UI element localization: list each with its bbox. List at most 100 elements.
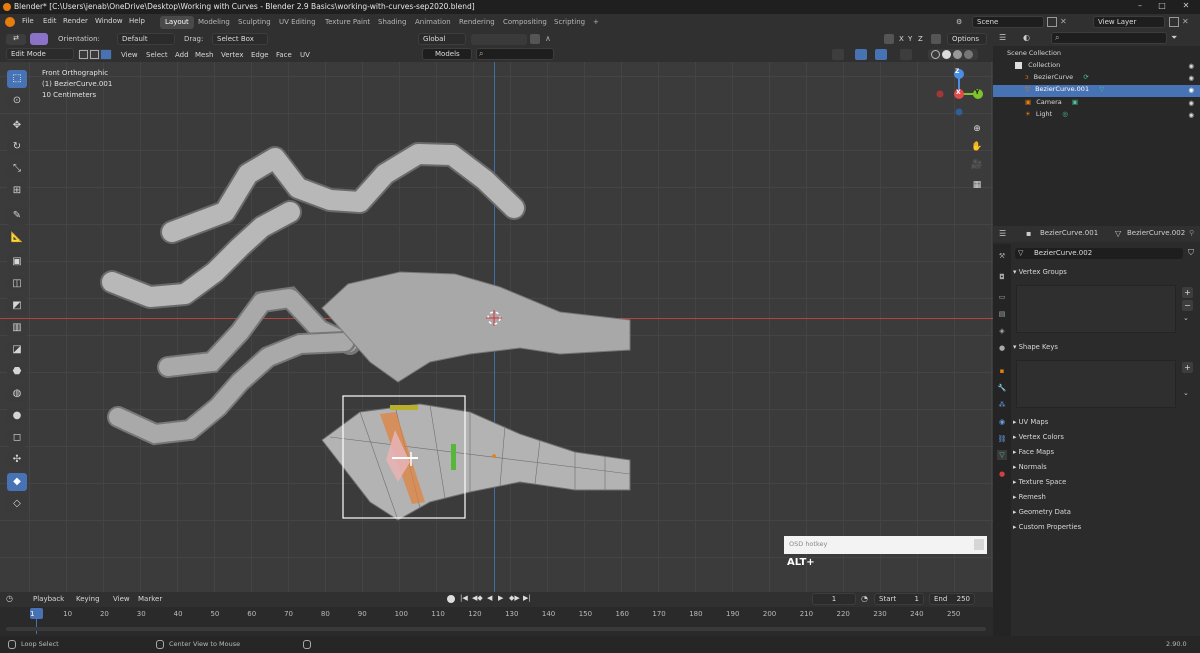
menu-playback[interactable]: Playback [33,595,64,603]
shrink-tool-icon[interactable]: ◻ [7,429,27,447]
editor-type-icon[interactable]: ⇄ [6,34,26,45]
menu-help[interactable]: Help [129,17,145,25]
falloff-icon[interactable]: ∧ [545,34,551,43]
tool-tab-icon[interactable]: ⚒ [997,251,1007,261]
bevel-tool-icon[interactable]: ◩ [7,297,27,315]
menu-view[interactable]: View [121,51,138,59]
proportional-edit-icon[interactable] [530,34,540,44]
move-tool-icon[interactable]: ✥ [7,117,27,135]
mirror-topology-icon[interactable] [931,34,941,44]
mesh-data-tab-icon[interactable]: ▽ [997,450,1007,460]
properties-data-name[interactable]: BezierCurve.002 [1127,229,1185,237]
view-layer-tab-icon[interactable]: ▤ [997,309,1007,319]
scale-tool-icon[interactable]: ⤡ [7,160,27,178]
edge-select-icon[interactable] [90,50,99,59]
particles-tab-icon[interactable]: ⁂ [997,400,1007,410]
output-tab-icon[interactable]: ▭ [997,292,1007,302]
fake-user-icon[interactable]: ⛉ [1188,248,1194,258]
osd-close-icon[interactable] [974,539,984,550]
minimize-button[interactable]: – [1130,1,1150,13]
object-mode-icon[interactable] [30,33,48,45]
tab-sculpting[interactable]: Sculpting [233,16,276,29]
delete-view-layer-icon[interactable]: ✕ [1182,17,1189,26]
face-select-icon[interactable] [101,50,111,59]
start-frame-field[interactable]: Start 1 [874,593,924,605]
physics-tab-icon[interactable]: ◉ [997,417,1007,427]
add-workspace-button[interactable]: + [588,16,604,29]
object-tab-icon[interactable]: ▪ [997,366,1007,376]
datablock-name[interactable]: BezierCurve.002 [1034,249,1092,257]
mode-dropdown[interactable]: Edit Mode [6,48,74,60]
rendered-shading-icon[interactable] [964,50,973,59]
outliner-row-camera[interactable]: ▣ Camera ▣ ◉ [993,98,1200,110]
options-dropdown[interactable]: Options [947,33,987,45]
shape-keys-list[interactable] [1016,360,1176,408]
tab-uv-editing[interactable]: UV Editing [274,16,321,29]
outliner-row-light[interactable]: ☀ Light ◎ ◉ [993,110,1200,122]
panel-vertex-groups[interactable]: ▾ Vertex Groups [1013,268,1197,276]
xray-toggle-icon[interactable] [900,49,912,60]
material-tab-icon[interactable]: ● [997,469,1007,479]
panel-face-maps[interactable]: ▸ Face Maps [1013,448,1197,456]
tab-rendering[interactable]: Rendering [454,16,500,29]
wireframe-shading-icon[interactable] [931,50,940,59]
panel-custom-properties[interactable]: ▸ Custom Properties [1013,523,1197,531]
drag-dropdown[interactable]: Select Box [212,33,268,45]
tab-animation[interactable]: Animation [410,16,456,29]
jump-end-icon[interactable]: ▶| [523,594,531,602]
view-layer-field[interactable]: View Layer [1093,16,1165,28]
tab-modeling[interactable]: Modeling [193,16,235,29]
add-shape-key-button[interactable]: + [1182,362,1193,373]
axis-x-toggle[interactable]: X [899,35,904,43]
cursor-tool-icon[interactable]: ⊙ [7,92,27,110]
material-shading-icon[interactable] [953,50,962,59]
annotate-tool-icon[interactable]: ✎ [7,207,27,225]
rotate-tool-icon[interactable]: ↻ [7,138,27,156]
menu-edit[interactable]: Edit [43,17,57,25]
blender-menu-icon[interactable] [5,17,15,27]
vertex-groups-list[interactable] [1016,285,1176,333]
outliner-row-beziercurve[interactable]: ↄ BezierCurve ⟳ ◉ [993,73,1200,85]
panel-texture-space[interactable]: ▸ Texture Space [1013,478,1197,486]
eye-icon[interactable]: ◉ [1188,99,1194,107]
outliner-editor-icon[interactable]: ☰ [999,33,1006,42]
next-keyframe-icon[interactable]: ◆▶ [509,594,520,602]
prev-keyframe-icon[interactable]: ◀◆ [472,594,483,602]
rip-tool-icon[interactable]: ◆ [7,473,27,491]
spin-tool-icon[interactable]: ◍ [7,385,27,403]
zoom-icon[interactable]: ⊕ [970,122,984,136]
eye-icon[interactable]: ◉ [1188,74,1194,82]
jump-start-icon[interactable]: |◀ [460,594,468,602]
maximize-button[interactable]: □ [1152,1,1172,13]
3d-viewport[interactable]: Front Orthographic (1) BezierCurve.001 1… [0,62,993,592]
search-input[interactable] [476,48,554,60]
panel-remesh[interactable]: ▸ Remesh [1013,493,1197,501]
timeline-editor-icon[interactable]: ◷ [6,594,24,605]
menu-face[interactable]: Face [276,51,292,59]
loop-cut-tool-icon[interactable]: ▥ [7,319,27,337]
timeline-scrollbar[interactable] [6,627,986,631]
menu-add[interactable]: Add [175,51,189,59]
menu-marker[interactable]: Marker [138,595,162,603]
new-scene-icon[interactable] [1047,17,1057,27]
gizmo-toggle-icon[interactable] [855,49,867,60]
models-dropdown[interactable]: Models [422,48,472,60]
scene-field[interactable]: Scene [972,16,1044,28]
panel-geometry-data[interactable]: ▸ Geometry Data [1013,508,1197,516]
pivot-snap-group[interactable] [471,34,527,45]
shear-tool-icon[interactable]: ✣ [7,451,27,469]
solid-shading-icon[interactable] [942,50,951,59]
menu-edge[interactable]: Edge [251,51,269,59]
panel-vertex-colors[interactable]: ▸ Vertex Colors [1013,433,1197,441]
panel-shape-keys[interactable]: ▾ Shape Keys [1013,343,1197,351]
axis-z-toggle[interactable]: Z [918,35,923,43]
close-button[interactable]: ✕ [1176,1,1196,13]
delete-scene-icon[interactable]: ✕ [1060,17,1070,27]
checkbox-icon[interactable] [1015,61,1022,69]
menu-vertex[interactable]: Vertex [221,51,244,59]
outliner-search-input[interactable] [1051,32,1167,44]
outliner-row-collection[interactable]: Collection ◉ [993,61,1200,73]
new-view-layer-icon[interactable] [1169,17,1179,27]
eye-icon[interactable]: ◉ [1188,111,1194,119]
shape-key-menu-icon[interactable]: ⌄ [1183,389,1189,397]
